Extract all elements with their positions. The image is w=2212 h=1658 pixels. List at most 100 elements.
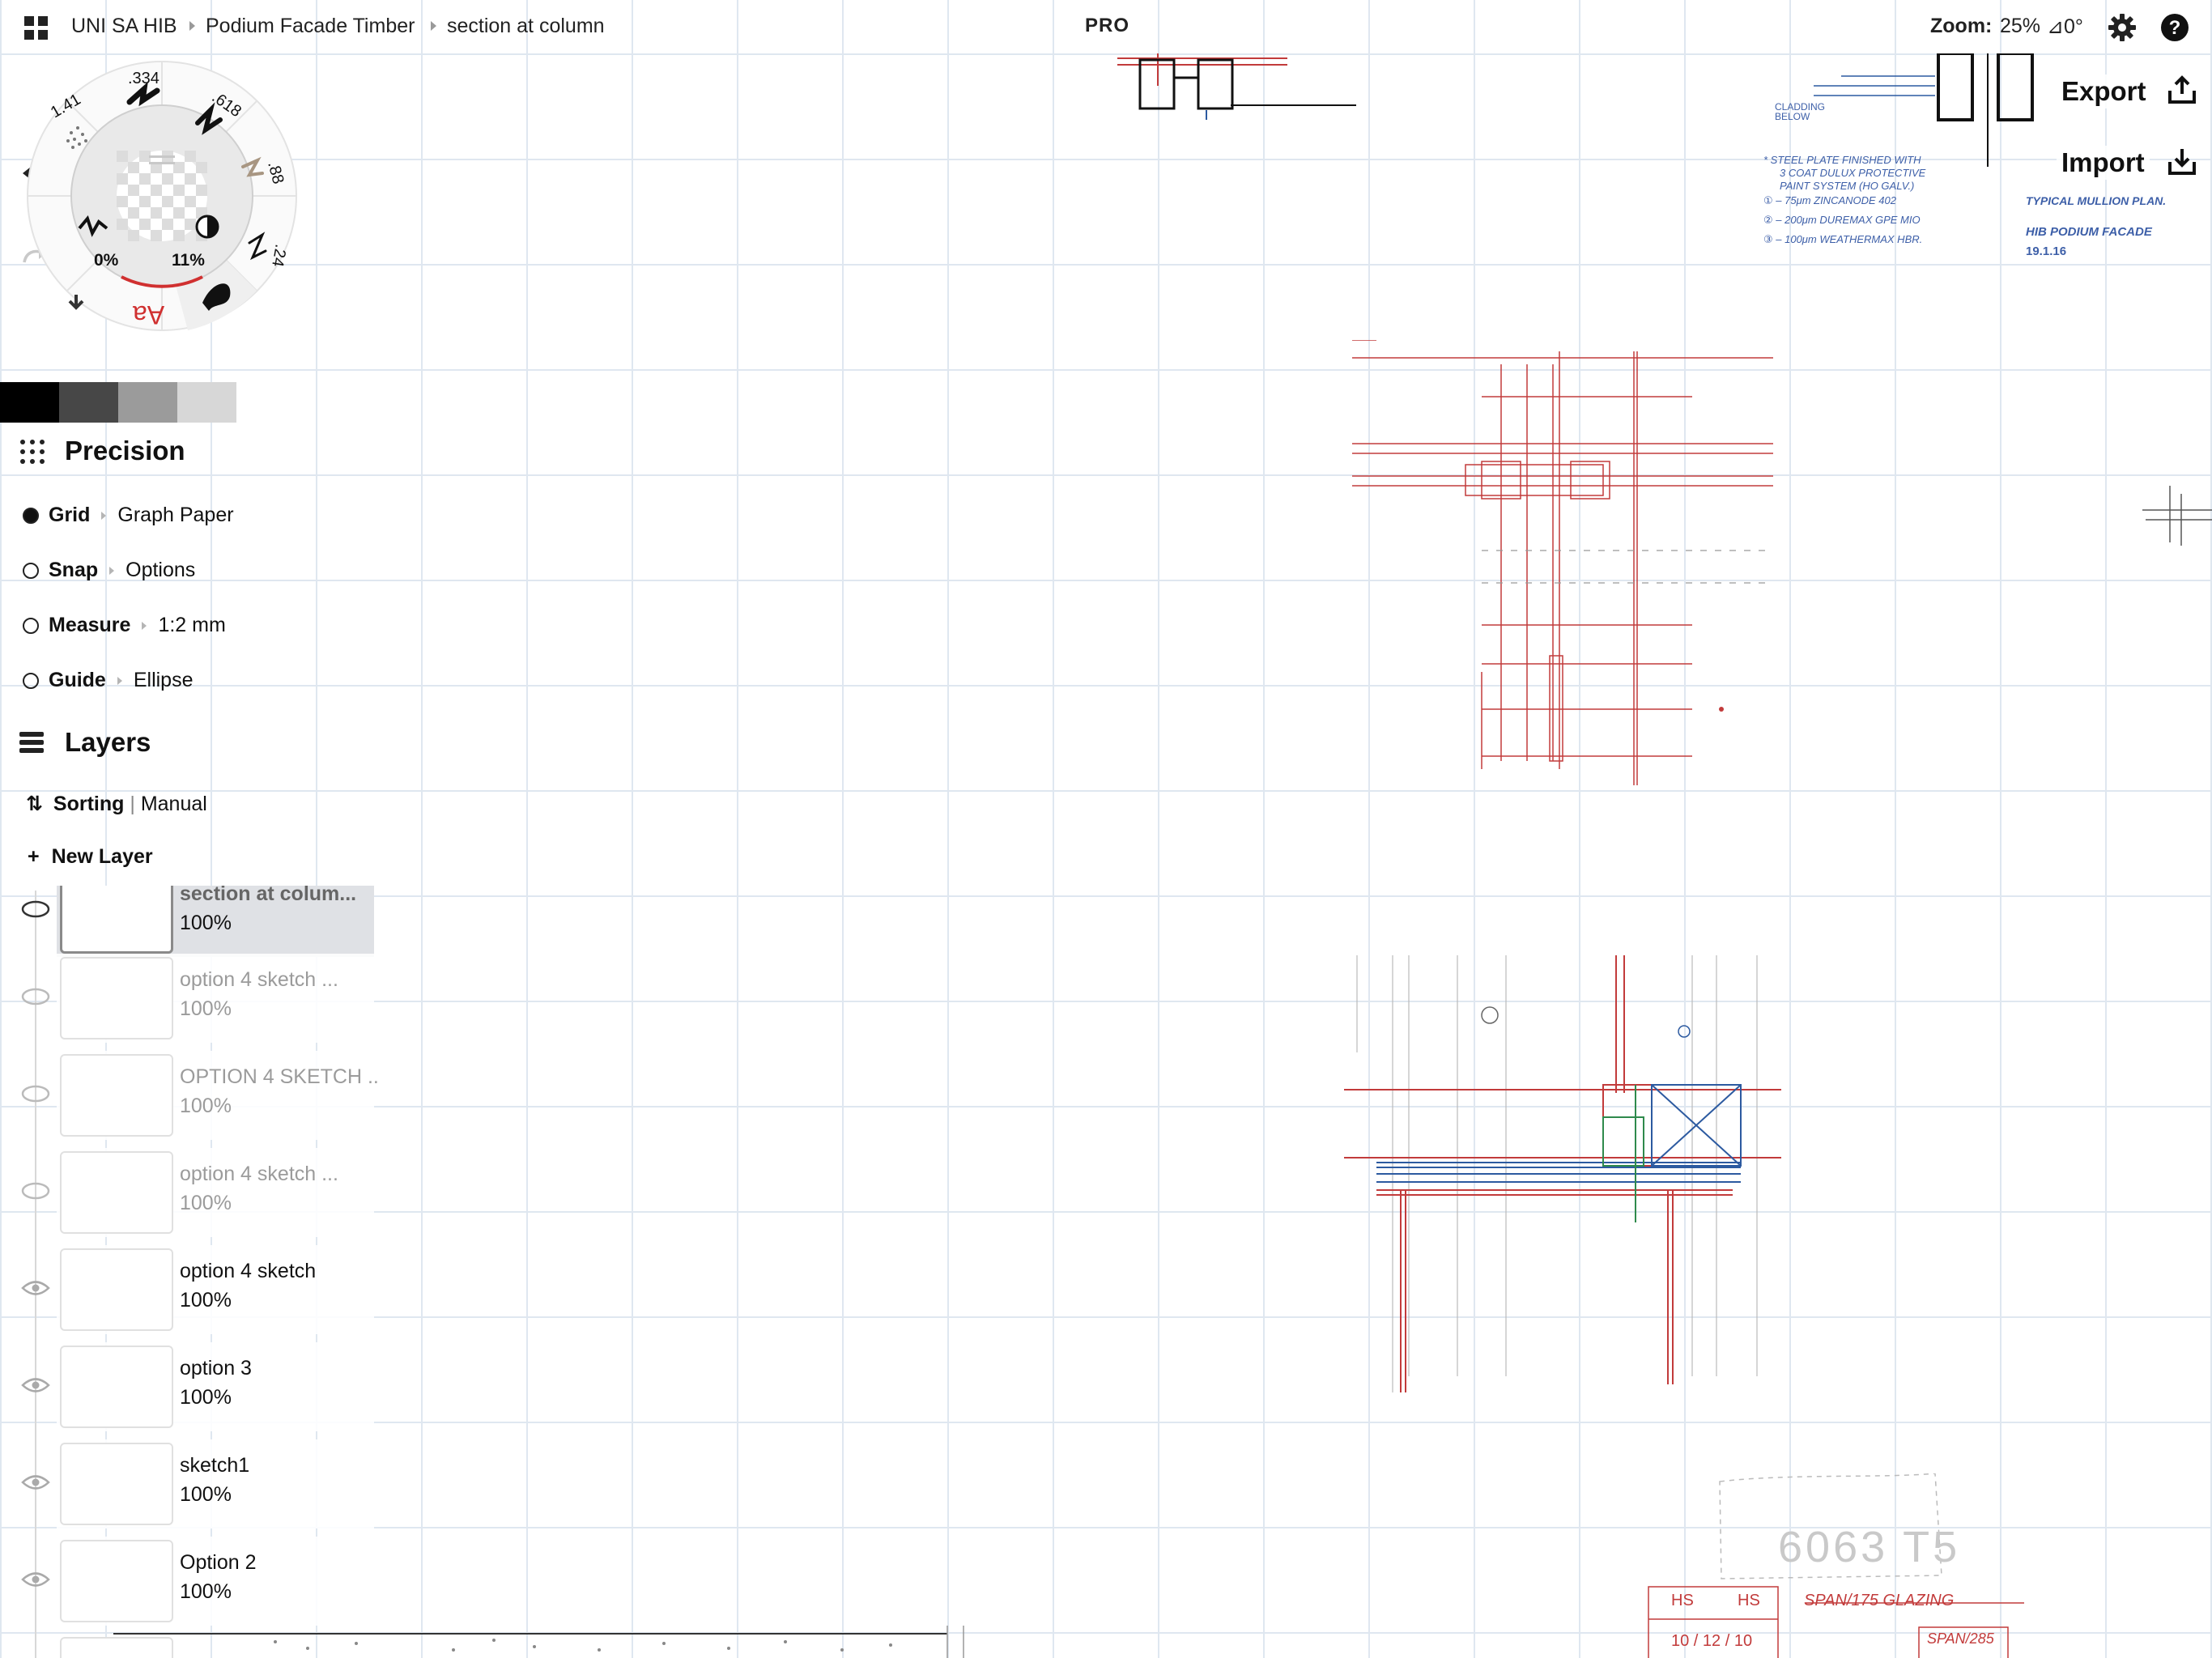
snap-toggle[interactable]: [23, 562, 39, 579]
eye-open-icon[interactable]: [21, 1376, 50, 1394]
layer-thumbnail[interactable]: [60, 1540, 173, 1622]
opacity-value[interactable]: 0%: [94, 251, 118, 270]
eye-open-icon[interactable]: [21, 1571, 50, 1588]
canvas-note-date: 19.1.16: [2026, 244, 2067, 258]
eye-closed-icon[interactable]: [21, 1182, 50, 1200]
blend-value[interactable]: 11%: [172, 251, 205, 270]
layer-thumbnail[interactable]: [60, 886, 173, 954]
sorting-control[interactable]: ⇅ Sorting | Manual: [26, 792, 207, 816]
layer-thumbnail[interactable]: [60, 1443, 173, 1525]
layer-thumbnail[interactable]: [60, 1346, 173, 1428]
zoom-value[interactable]: 25%: [2000, 15, 2040, 38]
layers-icon[interactable]: [18, 730, 45, 755]
layer-row[interactable]: OPTION 4 SKETCH ... 100%: [0, 1051, 381, 1140]
gear-icon[interactable]: [2108, 14, 2136, 41]
layer-opacity[interactable]: 100%: [180, 912, 232, 935]
tool-wheel[interactable]: 1.41 .334 .618 .88 .24 0% 11% Aa: [26, 60, 298, 332]
canvas-note-hs2: HS: [1738, 1592, 1760, 1609]
layer-opacity[interactable]: 100%: [180, 1483, 232, 1507]
layer-opacity[interactable]: 100%: [180, 1580, 232, 1604]
layer-opacity[interactable]: 100%: [180, 1095, 232, 1118]
new-layer-label: New Layer: [51, 845, 153, 868]
swatch-mid-gray[interactable]: [118, 382, 177, 423]
precision-measure-row[interactable]: Measure 1:2 mm: [23, 614, 226, 637]
chevron-right-icon: [109, 566, 115, 575]
zoom-label: Zoom:: [1930, 15, 1993, 37]
layer-name[interactable]: section at colum...: [180, 886, 356, 906]
measure-value[interactable]: 1:2 mm: [158, 614, 225, 637]
layer-name[interactable]: option 4 sketch: [180, 1260, 316, 1283]
sketch-plan-detail: [1344, 955, 1781, 1392]
canvas-note-line: ③ – 100μm WEATHERMAX HBR.: [1763, 233, 1923, 245]
canvas-note-line: ② – 200μm DUREMAX GPE MIO: [1763, 214, 1921, 226]
layers-list[interactable]: section at colum... 100% option 4 sketch…: [0, 886, 381, 1658]
layer-row[interactable]: option 4 sketch 100%: [0, 1245, 381, 1334]
layer-name[interactable]: option 3: [180, 1357, 252, 1380]
eye-closed-icon[interactable]: [21, 988, 50, 1005]
sort-arrows-icon: ⇅: [26, 793, 43, 815]
snap-label: Snap: [49, 559, 99, 581]
layer-name[interactable]: option 4 sketch ...: [180, 968, 338, 992]
layer-row[interactable]: Option 2 100%: [0, 1537, 381, 1626]
layer-thumbnail[interactable]: [60, 1054, 173, 1137]
precision-guide-row[interactable]: Guide Ellipse: [23, 669, 194, 692]
layer-name[interactable]: sketch1: [180, 1454, 249, 1477]
layers-title[interactable]: Layers: [65, 727, 151, 758]
layer-opacity[interactable]: 100%: [180, 1192, 232, 1215]
layer-name[interactable]: Option 2: [180, 1551, 257, 1575]
layer-row[interactable]: sketch1 100%: [0, 1439, 381, 1528]
breadcrumb-separator: [431, 21, 436, 31]
layer-opacity[interactable]: 100%: [180, 1289, 232, 1312]
rotation-value[interactable]: ⊿0°: [2047, 15, 2083, 39]
precision-title[interactable]: Precision: [65, 436, 185, 466]
chevron-right-icon: [142, 621, 147, 630]
layer-thumbnail[interactable]: [60, 1248, 173, 1331]
canvas-note-span2: SPAN/285: [1927, 1630, 1994, 1647]
snap-value[interactable]: Options: [125, 559, 195, 582]
swatch-black[interactable]: [0, 382, 59, 423]
canvas-note-typical: TYPICAL MULLION PLAN.: [2026, 194, 2167, 207]
swatch-light-gray[interactable]: [177, 382, 236, 423]
layer-opacity[interactable]: 100%: [180, 997, 232, 1021]
layer-thumbnail[interactable]: [60, 957, 173, 1039]
eye-open-icon[interactable]: [21, 1279, 50, 1297]
breadcrumb-layer[interactable]: section at column: [447, 15, 605, 38]
layer-thumbnail[interactable]: [60, 1151, 173, 1234]
breadcrumb-gallery[interactable]: UNI SA HIB: [71, 15, 177, 38]
layer-opacity[interactable]: 100%: [180, 1386, 232, 1409]
guide-toggle[interactable]: [23, 672, 39, 689]
canvas-note-size: 6063 T5: [1778, 1523, 1961, 1571]
layer-row[interactable]: option 4 sketch ... 100%: [0, 1148, 381, 1237]
plus-icon: +: [28, 845, 40, 868]
breadcrumb-separator: [189, 21, 195, 31]
measure-toggle[interactable]: [23, 617, 39, 634]
guide-value[interactable]: Ellipse: [134, 669, 194, 692]
canvas-note-hs1: HS: [1671, 1592, 1694, 1609]
text-tool-label[interactable]: Aa: [133, 300, 164, 329]
layer-name[interactable]: option 4 sketch ...: [180, 1163, 338, 1186]
eye-closed-icon[interactable]: [21, 900, 50, 918]
help-icon[interactable]: ?: [2160, 13, 2189, 42]
eye-open-icon[interactable]: [21, 1473, 50, 1491]
pro-badge[interactable]: PRO: [1085, 15, 1129, 37]
precision-icon[interactable]: [19, 439, 45, 465]
new-layer-button[interactable]: + New Layer: [28, 845, 153, 869]
canvas-note-span1: SPAN/175 GLAZING: [1804, 1592, 1955, 1609]
layer-row[interactable]: option 4 sketch ... 100%: [0, 954, 381, 1043]
sketch-top-detail: [1117, 53, 1356, 120]
sorting-value[interactable]: Manual: [141, 793, 207, 815]
top-bar: UNI SA HIB Podium Facade Timber section …: [0, 0, 2212, 55]
precision-snap-row[interactable]: Snap Options: [23, 559, 195, 582]
grid-label: Grid: [49, 504, 91, 526]
eye-closed-icon[interactable]: [21, 1085, 50, 1103]
swatch-dark-gray[interactable]: [59, 382, 118, 423]
layer-row[interactable]: option 3 100%: [0, 1342, 381, 1431]
layer-name[interactable]: OPTION 4 SKETCH ...: [180, 1065, 381, 1089]
precision-grid-row[interactable]: Grid Graph Paper: [23, 504, 234, 527]
grid-value[interactable]: Graph Paper: [117, 504, 233, 527]
canvas-note-line: PAINT SYSTEM (HO GALV.): [1780, 180, 1915, 192]
grid-menu-icon[interactable]: [24, 16, 49, 40]
grid-toggle[interactable]: [23, 507, 39, 524]
layer-row[interactable]: section at colum... 100%: [0, 886, 381, 957]
breadcrumb-drawing[interactable]: Podium Facade Timber: [206, 15, 415, 38]
